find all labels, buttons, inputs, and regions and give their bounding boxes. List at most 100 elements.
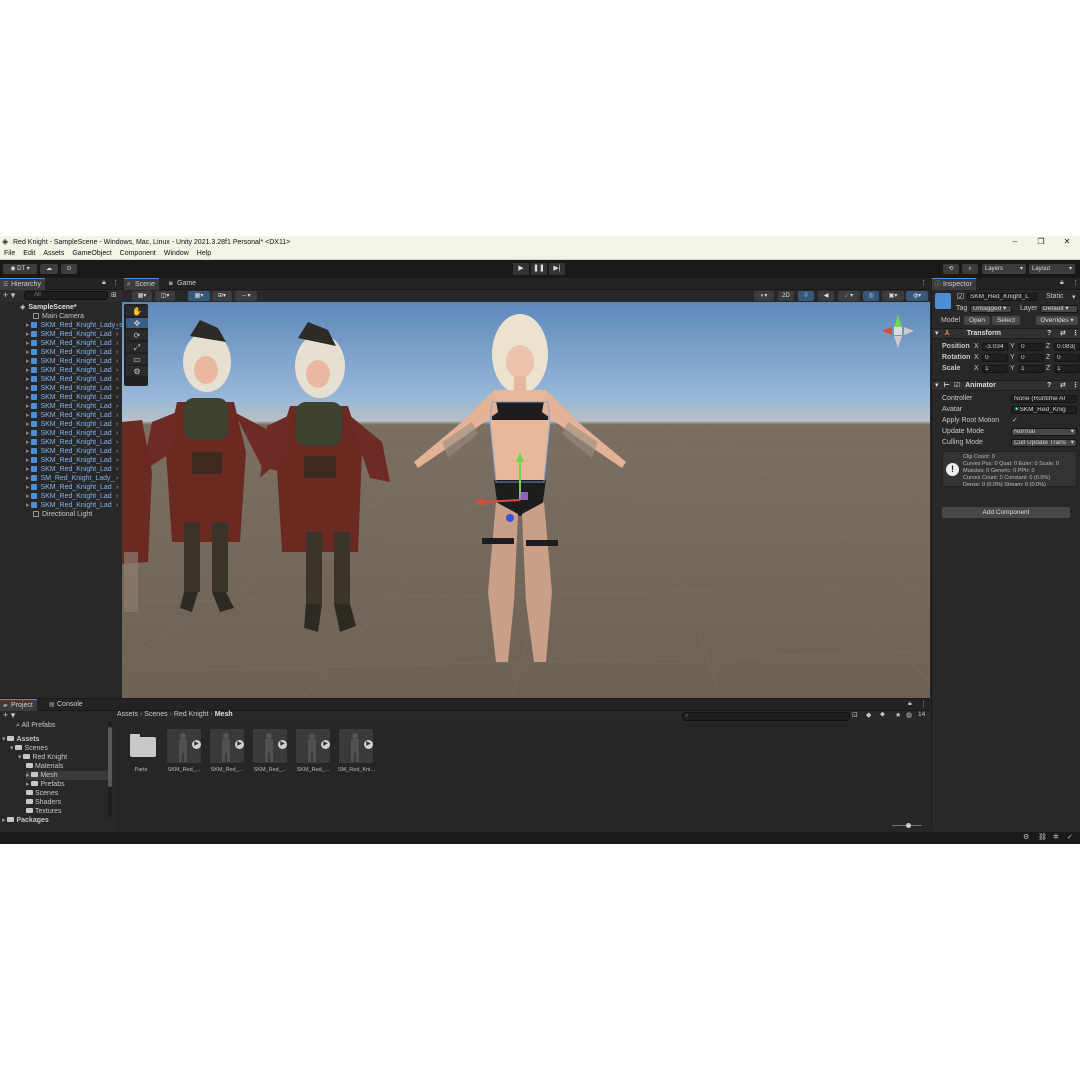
armored-character-2[interactable] [260, 322, 390, 632]
menu-gameobject[interactable]: GameObject [68, 250, 115, 257]
hierarchy-item[interactable]: ▸ SKM_Red_Knight_Lad › [0, 465, 122, 474]
tab-inspector[interactable]: ⓘ Inspector [932, 278, 976, 290]
tree-folder-item[interactable]: ▾ Assets [2, 735, 108, 744]
camera-settings-dropdown[interactable]: ▣▾ [882, 291, 904, 301]
search-by-type-icon[interactable]: ⊡ [852, 711, 858, 719]
step-button[interactable]: ▶| [549, 263, 565, 275]
hierarchy-item[interactable]: ▸ SKM_Red_Knight_Lad › [0, 339, 122, 348]
hierarchy-item[interactable]: ▸ SKM_Red_Knight_Lad › [0, 420, 122, 429]
menu-help[interactable]: Help [193, 250, 215, 257]
rotation-z-field[interactable]: 0 [1054, 354, 1080, 362]
component-menu-icon[interactable]: ⋮ [1072, 329, 1079, 339]
scene-viewport[interactable]: ✋ ✥ ⟳ ⤢ ▭ ⚙ [122, 302, 930, 698]
asset-mesh-item[interactable]: ▶ SKM_Red_... [209, 729, 245, 773]
position-y-field[interactable]: 0 [1018, 343, 1044, 351]
grid-toggle-dropdown[interactable]: ⊞▾ [212, 291, 232, 301]
breadcrumb-red-knight[interactable]: Red Knight [174, 711, 209, 718]
asset-folder-parts[interactable]: Parts [123, 729, 159, 773]
hierarchy-search-input[interactable]: All [24, 291, 108, 300]
update-mode-dropdown[interactable]: Normal ▾ [1011, 428, 1077, 436]
hierarchy-item[interactable]: ▸ SKM_Red_Knight_Lad › [0, 348, 122, 357]
tree-scrollbar[interactable] [108, 721, 112, 817]
hierarchy-item[interactable]: ▸ SM_Red_Knight_Lady_ › [0, 474, 122, 483]
object-name-field[interactable]: SKM_Red_Knight_L [967, 293, 1037, 301]
apply-root-motion-checkbox[interactable]: ✓ [1012, 416, 1018, 424]
hierarchy-item[interactable]: ▸ SKM_Red_Knight_Lad › [0, 447, 122, 456]
account-button[interactable]: ◉ DT ▾ [3, 264, 37, 274]
animator-enabled-checkbox[interactable]: ☑ [954, 382, 960, 389]
rotation-x-field[interactable]: 0 [982, 354, 1008, 362]
tree-folder-item[interactable]: Scenes [26, 789, 108, 798]
orientation-gizmo[interactable] [882, 314, 914, 348]
audio-toggle-icon[interactable]: ◀︎ [818, 291, 834, 301]
tag-icon[interactable]: ⬥ [880, 711, 885, 719]
tree-folder-item[interactable]: ▸ Packages [2, 816, 108, 825]
prefab-open-chevron-icon[interactable]: › [116, 438, 118, 447]
prefab-open-chevron-icon[interactable]: › [116, 420, 118, 429]
rotate-tool-icon[interactable]: ⟳ [126, 330, 148, 341]
tab-scene[interactable]: # Scene [124, 278, 159, 290]
prefab-open-chevron-icon[interactable]: › [116, 474, 118, 483]
prefab-open-chevron-icon[interactable]: › [116, 384, 118, 393]
undo-history-icon[interactable]: ⟲ [943, 264, 959, 274]
prefab-open-chevron-icon[interactable]: › [116, 465, 118, 474]
select-button[interactable]: Select [992, 316, 1020, 325]
scale-z-field[interactable]: 1 [1054, 365, 1080, 373]
scene-root-row[interactable]: ◈ SampleScene* [0, 303, 122, 312]
increment-snap-dropdown[interactable]: ⇔▾ [235, 291, 257, 301]
prefab-open-chevron-icon[interactable]: › [116, 411, 118, 420]
prefab-open-chevron-icon[interactable]: › [116, 429, 118, 438]
breadcrumb-assets[interactable]: Assets [117, 711, 138, 718]
tag-dropdown[interactable]: Untagged ▾ [970, 305, 1012, 313]
static-dropdown-chevron-icon[interactable]: ▾ [1072, 293, 1076, 301]
shading-dropdown[interactable]: ◫▾ [155, 291, 175, 301]
preset-icon[interactable]: ⇄ [1060, 329, 1066, 339]
help-icon[interactable]: ? [1047, 329, 1051, 339]
hierarchy-item[interactable]: ▸ SKM_Red_Knight_Lad › [0, 375, 122, 384]
visibility-toggle-icon[interactable]: ◎ [863, 291, 879, 301]
network-icon[interactable]: ⛓ [1038, 833, 1047, 841]
overrides-dropdown[interactable]: Overrides ▾ [1036, 316, 1078, 325]
slider-handle[interactable] [906, 823, 911, 828]
grid-snap-dropdown[interactable]: ▦▾ [188, 291, 210, 301]
draw-mode-dropdown[interactable]: ▦▾ [132, 291, 152, 301]
create-plus-icon[interactable]: + ▾ [3, 290, 15, 301]
prefab-open-chevron-icon[interactable]: › [116, 348, 118, 357]
culling-mode-dropdown[interactable]: Cull Update Trans ▾ [1011, 439, 1077, 447]
search-icon[interactable]: ⌕ [962, 264, 978, 274]
tree-folder-item[interactable]: Materials [26, 762, 108, 771]
layers-dropdown[interactable]: Layers ▾ [982, 264, 1026, 274]
bug-icon[interactable]: ✲ [1053, 833, 1059, 841]
position-x-field[interactable]: -3.034 [982, 343, 1008, 351]
hand-tool-icon[interactable]: ✋ [126, 306, 148, 317]
tree-folder-item[interactable]: ▾ Scenes [10, 744, 108, 753]
tree-favorites-all-prefabs[interactable]: ⌕ All Prefabs [16, 721, 55, 730]
asset-mesh-item[interactable]: ▶ SKM_Red_... [252, 729, 288, 773]
prefab-open-chevron-icon[interactable]: › [116, 339, 118, 348]
prefab-open-chevron-icon[interactable]: › [116, 501, 118, 510]
prefab-open-chevron-icon[interactable]: › [116, 357, 118, 366]
tree-folder-item[interactable]: ▾ Red Knight [18, 753, 108, 762]
minimize-button[interactable]: – [1002, 236, 1028, 248]
tree-folder-item[interactable]: Textures [26, 807, 108, 816]
hierarchy-item[interactable]: ▸ SKM_Red_Knight_Lady_s › [0, 321, 122, 330]
pause-button[interactable]: ❚❚ [531, 263, 547, 275]
hierarchy-item[interactable]: ▸ SKM_Red_Knight_Lad › [0, 393, 122, 402]
add-component-button[interactable]: Add Component [942, 507, 1070, 518]
asset-mesh-item[interactable]: ▶ SKM_Red_... [295, 729, 331, 773]
tree-folder-item[interactable]: ▸ Mesh [26, 771, 108, 780]
prefab-open-chevron-icon[interactable]: › [116, 483, 118, 492]
controller-field[interactable]: None (Runtime Ar [1011, 395, 1077, 403]
open-button[interactable]: Open [964, 316, 990, 325]
hierarchy-item[interactable]: ▸ SKM_Red_Knight_Lad › [0, 492, 122, 501]
search-by-label-icon[interactable]: ◆ [866, 711, 871, 719]
collab-icon[interactable]: ⊙ [61, 264, 77, 274]
create-plus-icon[interactable]: + ▾ [3, 710, 15, 721]
hierarchy-item[interactable]: ▸ SKM_Red_Knight_Lad › [0, 357, 122, 366]
position-z-field[interactable]: 0.083( [1054, 343, 1080, 351]
lock-icon[interactable]: 🔒︎ [102, 279, 106, 287]
scale-y-field[interactable]: 1 [1018, 365, 1044, 373]
tab-game[interactable]: ◙ Game [166, 278, 200, 290]
menu-assets[interactable]: Assets [39, 250, 68, 257]
tree-folder-item[interactable]: ▸ Prefabs [26, 780, 108, 789]
